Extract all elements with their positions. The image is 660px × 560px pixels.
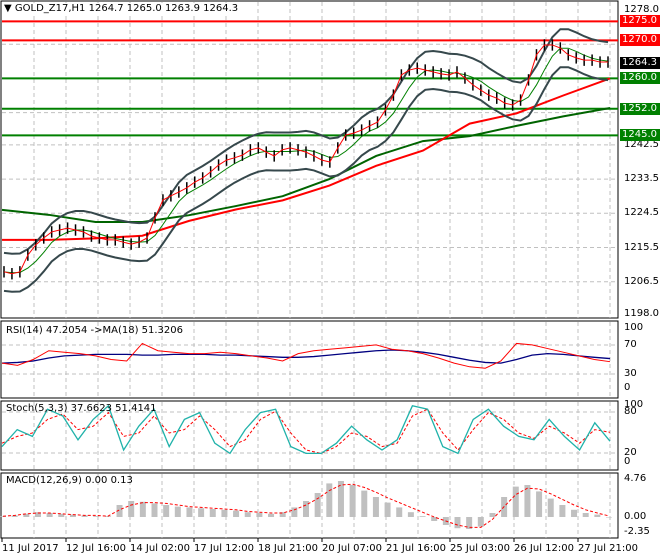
macd-hist-bar <box>46 513 53 517</box>
macd-hist-bar <box>606 517 612 518</box>
macd-hist-bar <box>372 497 379 517</box>
time-tick: 18 Jul 21:00 <box>258 543 318 554</box>
stoch-tick: 80 <box>624 406 637 417</box>
macd-hist-bar <box>198 508 205 517</box>
macd-hist-bar <box>174 506 181 517</box>
ma-fast-line <box>2 77 611 241</box>
macd-hist-bar <box>221 509 228 517</box>
bollinger-upper <box>3 28 609 255</box>
macd-hist-bar <box>454 517 461 529</box>
rsi-line <box>1 342 611 369</box>
rsi-title: RSI(14) 47.2054 ->MA(18) 51.3206 <box>6 325 183 336</box>
macd-hist-bar <box>93 516 100 517</box>
time-tick: 21 Jul 16:00 <box>386 543 446 554</box>
price-tick: 1233.5 <box>624 173 659 185</box>
current-price-tag: 1264.3 <box>620 57 660 69</box>
macd-hist-bar <box>268 513 275 517</box>
rsi-tick: 0 <box>624 382 631 393</box>
ma-slow-line <box>1 107 611 224</box>
macd-hist-bar <box>361 490 368 517</box>
macd-hist-bar <box>151 503 158 517</box>
macd-hist-bar <box>244 512 251 517</box>
rsi-tick: 30 <box>624 368 637 379</box>
price-tick: 1215.5 <box>624 241 659 253</box>
time-tick: 25 Jul 03:00 <box>450 543 510 554</box>
time-tick: 26 Jul 12:00 <box>514 543 574 554</box>
macd-hist-bar <box>407 512 414 517</box>
macd-hist-bar <box>396 507 403 517</box>
time-tick: 20 Jul 07:00 <box>322 543 382 554</box>
macd-hist-bar <box>186 507 193 517</box>
macd-hist-bar <box>384 502 391 517</box>
time-tick: 14 Jul 02:00 <box>130 543 190 554</box>
macd-hist-bar <box>571 509 578 517</box>
level-tag-resistance: 1275.0 <box>620 15 660 28</box>
macd-hist-bar <box>536 491 543 517</box>
ohlc-label: 1264.7 1265.0 1263.9 1264.3 <box>88 3 239 14</box>
macd-tick: 4.76 <box>624 473 647 484</box>
macd-hist-bar <box>489 513 496 517</box>
stoch-title: Stoch(5,3,3) 37.6623 51.4141 <box>6 403 157 414</box>
macd-title: MACD(12,26,9) 0.00 0.13 <box>6 475 133 486</box>
macd-hist-bar <box>477 517 484 527</box>
level-tag-resistance: 1270.0 <box>620 34 660 47</box>
time-tick: 11 Jul 2017 <box>2 543 59 554</box>
symbol-label: GOLD_Z17,H1 <box>14 3 86 14</box>
macd-hist-bar <box>582 513 589 517</box>
level-tag-support: 1245.0 <box>620 129 660 142</box>
macd-tick: -2.35 <box>624 526 650 537</box>
macd-hist-bar <box>512 486 519 517</box>
rsi-tick: 70 <box>624 339 637 350</box>
macd-hist-bar <box>419 516 426 517</box>
macd-hist-bar <box>314 493 321 517</box>
macd-tick: 0.00 <box>624 511 647 522</box>
stoch-d-line <box>1 408 611 454</box>
macd-hist-bar <box>349 485 356 517</box>
price-tick: 1278.0 <box>624 4 659 15</box>
macd-hist-bar <box>163 505 170 517</box>
macd-hist-bar <box>209 509 216 517</box>
trading-chart[interactable]: ▼ GOLD_Z17,H1 1264.7 1265.0 1263.9 1264.… <box>0 0 660 560</box>
price-tick: 1198.0 <box>624 308 659 319</box>
panel-frame <box>0 0 619 319</box>
macd-hist-bar <box>547 498 554 517</box>
price-tick: 1224.5 <box>624 207 659 219</box>
price-tick: 1206.5 <box>624 275 659 287</box>
macd-hist-bar <box>559 505 566 517</box>
macd-hist-bar <box>139 501 146 517</box>
macd-hist-bar <box>233 510 240 517</box>
macd-hist-bar <box>326 483 333 517</box>
time-tick: 17 Jul 12:00 <box>194 543 254 554</box>
rsi-tick: 100 <box>624 322 644 333</box>
time-tick: 27 Jul 21:00 <box>578 543 638 554</box>
macd-hist-bar <box>594 514 601 517</box>
dropdown-triangle-icon[interactable]: ▼ <box>4 3 12 14</box>
macd-hist-bar <box>128 501 135 517</box>
macd-hist-bar <box>256 513 263 517</box>
level-tag-support: 1252.0 <box>620 102 660 115</box>
stoch-tick: 0 <box>624 456 631 467</box>
level-tag-support: 1260.0 <box>620 72 660 85</box>
chart-header: ▼ GOLD_Z17,H1 1264.7 1265.0 1263.9 1264.… <box>4 3 239 15</box>
time-tick: 12 Jul 16:00 <box>66 543 126 554</box>
